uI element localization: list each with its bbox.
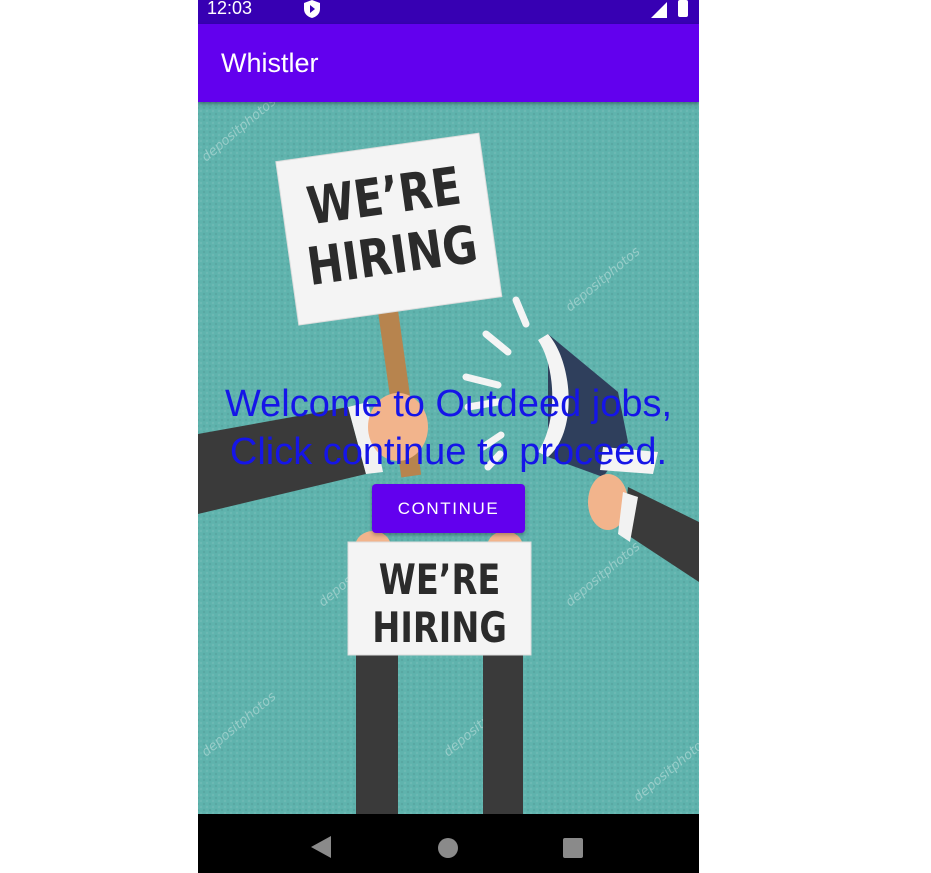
welcome-line-2: Click continue to proceed. (229, 431, 668, 473)
status-time: 12:03 (207, 0, 253, 18)
watermark: depositphotos (631, 734, 699, 805)
welcome-line-1: Welcome to Outdeed jobs, (224, 383, 673, 425)
app-title: Whistler (221, 48, 319, 78)
bottom-sign-line2: HIRING (372, 603, 507, 652)
home-icon[interactable] (438, 838, 458, 858)
bottom-sign-line1: WE’RE (379, 555, 501, 604)
navigation-bar (198, 814, 699, 873)
recents-icon[interactable] (563, 838, 583, 858)
signal-icon (651, 2, 667, 18)
app-shield-icon (304, 0, 320, 18)
watermark: depositphotos (563, 244, 643, 315)
status-bar: 12:03 (198, 0, 699, 24)
phone-screen: 12:03 Whistler depositphotos depositphot… (198, 0, 699, 873)
app-bar: Whistler (198, 24, 699, 102)
welcome-message: Welcome to Outdeed jobs, Click continue … (198, 380, 699, 476)
watermark: depositphotos (199, 689, 279, 760)
watermark: depositphotos (199, 102, 279, 165)
back-icon[interactable] (311, 836, 331, 858)
battery-icon (678, 0, 688, 17)
watermark: depositphotos (563, 539, 643, 610)
main-content: depositphotos depositphotos depositphoto… (198, 102, 699, 814)
continue-button[interactable]: CONTINUE (372, 484, 525, 533)
